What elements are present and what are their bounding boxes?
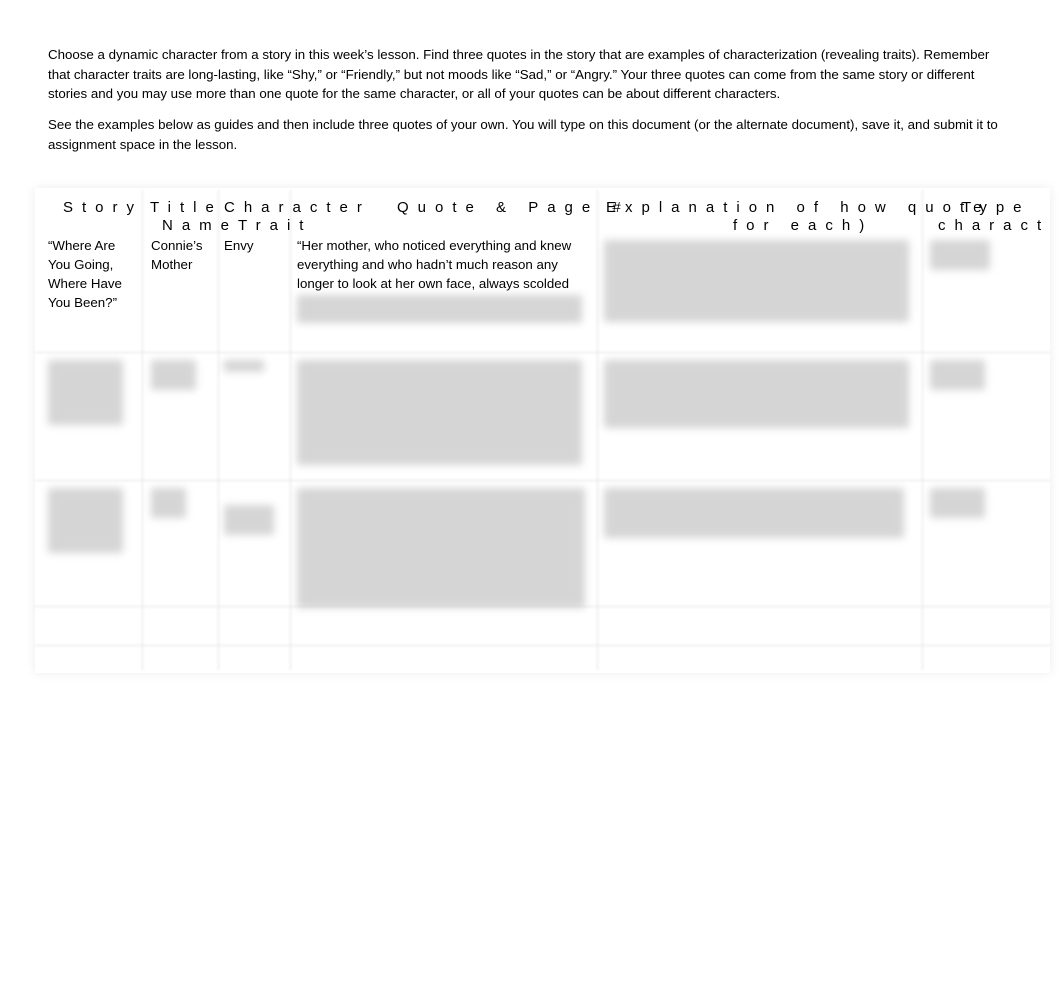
row-divider (35, 352, 1050, 353)
header-type: Type (962, 199, 1031, 216)
column-divider (218, 190, 219, 670)
header-character-type: charact (938, 217, 1051, 234)
column-divider (597, 190, 598, 670)
header-story: Story (63, 199, 144, 216)
instructions-paragraph-2: See the examples below as guides and the… (48, 117, 998, 152)
header-explanation-cont: for each) (733, 217, 874, 234)
header-character: Character (224, 199, 371, 216)
row1-trait: Envy (224, 238, 254, 253)
header-trait: Trait (238, 217, 313, 234)
column-divider (290, 190, 291, 670)
header-name: Name (162, 217, 239, 234)
row1-story: “Where Are You Going, Where Have You Bee… (48, 238, 122, 310)
row1-character: Connie’s Mother (151, 238, 203, 272)
column-divider (922, 190, 923, 670)
row-divider (35, 645, 1050, 646)
header-title: Title (150, 199, 223, 216)
header-explanation: Explanation of how quote (606, 199, 991, 216)
column-divider (142, 190, 143, 670)
instructions-paragraph-1: Choose a dynamic character from a story … (48, 47, 990, 101)
row-divider (35, 480, 1050, 481)
row1-quote: “Her mother, who noticed everything and … (297, 238, 572, 291)
header-quote: Quote & Page # (397, 199, 630, 216)
